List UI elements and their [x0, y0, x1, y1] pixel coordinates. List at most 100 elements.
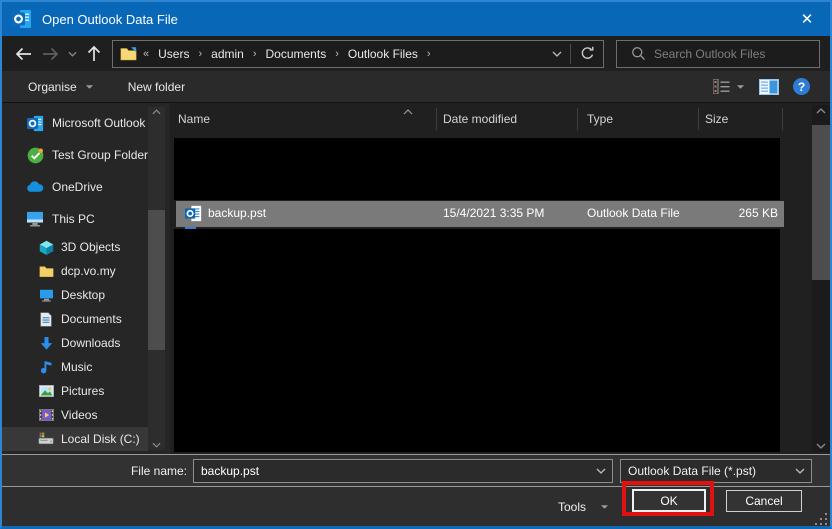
breadcrumb-chevron-icon[interactable]: ›	[427, 48, 431, 60]
chevron-down-icon	[68, 51, 77, 57]
sidebar-item-label: Documents	[61, 312, 122, 326]
sidebar-item-dcp-vo-my[interactable]: dcp.vo.my	[2, 259, 148, 283]
preview-pane-icon[interactable]	[759, 79, 779, 95]
disk-drive-icon	[38, 432, 54, 446]
up-arrow-icon	[87, 45, 101, 62]
sidebar-item-3d-objects[interactable]: 3D Objects	[2, 235, 148, 259]
change-view-button[interactable]	[713, 79, 745, 94]
breadcrumb-users[interactable]: Users	[158, 47, 189, 61]
breadcrumb-overflow[interactable]: «	[143, 48, 149, 60]
new-folder-button[interactable]: New folder	[128, 80, 185, 94]
tools-button[interactable]: Tools	[558, 500, 609, 514]
file-type-value: Outlook Data File (*.pst)	[621, 464, 789, 478]
sidebar-item-pictures[interactable]: Pictures	[2, 379, 148, 403]
sidebar-item-label: This PC	[52, 212, 95, 226]
sidebar-item-local-disk-c[interactable]: Local Disk (C:)	[2, 427, 148, 451]
sidebar-item-label: Videos	[61, 408, 97, 422]
breadcrumb-chevron-icon[interactable]: ›	[253, 48, 257, 60]
sidebar-item-music[interactable]: Music	[2, 355, 148, 379]
sidebar-item-microsoft-outlook[interactable]: Microsoft Outlook	[2, 107, 148, 139]
file-type-cell: Outlook Data File	[587, 206, 680, 220]
up-button[interactable]	[80, 40, 108, 68]
ok-button[interactable]: OK	[632, 489, 706, 512]
column-divider[interactable]	[782, 108, 783, 130]
forward-button[interactable]	[38, 40, 64, 68]
sidebar-item-downloads[interactable]: Downloads	[2, 331, 148, 355]
music-note-icon	[38, 360, 54, 375]
group-folder-icon	[26, 147, 44, 164]
sidebar-scrollbar[interactable]	[148, 107, 165, 450]
back-button[interactable]	[8, 40, 38, 68]
sidebar-item-test-group-folder[interactable]: Test Group Folder	[2, 139, 148, 171]
search-box[interactable]	[616, 40, 820, 68]
command-toolbar: Organise New folder ?	[2, 71, 830, 103]
scrollbar-thumb[interactable]	[812, 125, 830, 280]
open-outlook-data-file-dialog: Open Outlook Data File ✕ « Users › admin	[0, 0, 832, 529]
scroll-down-icon[interactable]	[812, 443, 830, 449]
column-divider[interactable]	[577, 108, 578, 130]
refresh-button[interactable]	[571, 46, 603, 61]
column-divider[interactable]	[698, 108, 699, 130]
sidebar-item-documents[interactable]: Documents	[2, 307, 148, 331]
breadcrumb-documents[interactable]: Documents	[266, 47, 327, 61]
file-row-backup-pst[interactable]: backup.pst 15/4/2021 3:35 PM Outlook Dat…	[176, 201, 784, 227]
address-bar[interactable]: « Users › admin › Documents › Outlook Fi…	[112, 40, 604, 68]
scroll-up-icon[interactable]	[812, 108, 830, 114]
list-column-headers: Name Date modified Type Size	[170, 103, 830, 135]
column-header-date-modified[interactable]: Date modified	[443, 112, 517, 126]
scroll-down-icon[interactable]	[148, 442, 165, 448]
document-icon	[38, 312, 54, 327]
close-icon[interactable]: ✕	[784, 2, 830, 36]
file-list-scrollbar[interactable]	[812, 105, 830, 452]
chevron-down-icon[interactable]	[789, 468, 811, 474]
chevron-down-icon	[85, 84, 94, 90]
sidebar-item-videos[interactable]: Videos	[2, 403, 148, 427]
file-list-body: backup.pst 15/4/2021 3:35 PM Outlook Dat…	[170, 135, 830, 454]
sidebar-item-desktop[interactable]: Desktop	[2, 283, 148, 307]
sidebar-item-label: OneDrive	[52, 180, 103, 194]
sidebar-item-label: 3D Objects	[61, 240, 120, 254]
file-name-combobox[interactable]	[193, 459, 613, 483]
scroll-up-icon[interactable]	[148, 109, 165, 115]
sort-ascending-icon	[403, 104, 413, 118]
column-header-size[interactable]: Size	[705, 112, 728, 126]
chevron-down-icon[interactable]	[590, 468, 612, 474]
column-header-type[interactable]: Type	[587, 112, 613, 126]
column-header-name[interactable]: Name	[178, 112, 210, 126]
dialog-title: Open Outlook Data File	[42, 12, 178, 27]
help-button[interactable]: ?	[793, 78, 810, 95]
sidebar-item-label: Music	[61, 360, 92, 374]
sidebar-item-this-pc[interactable]: This PC	[2, 203, 148, 235]
chevron-down-icon	[552, 51, 562, 57]
breadcrumb-chevron-icon[interactable]: ›	[335, 48, 339, 60]
file-name-input[interactable]	[194, 464, 590, 478]
outlook-data-file-icon	[185, 205, 202, 225]
file-date-cell: 15/4/2021 3:35 PM	[443, 206, 544, 220]
recent-locations-button[interactable]	[64, 40, 80, 68]
file-size-cell: 265 KB	[690, 206, 778, 220]
resize-grip[interactable]	[815, 513, 827, 525]
sidebar-item-label: Microsoft Outlook	[52, 116, 145, 130]
refresh-icon	[580, 46, 595, 61]
breadcrumb-admin[interactable]: admin	[211, 47, 244, 61]
title-bar: Open Outlook Data File ✕	[2, 2, 830, 36]
scrollbar-thumb[interactable]	[148, 210, 165, 350]
organise-button[interactable]: Organise	[28, 80, 94, 94]
breadcrumb-chevron-icon[interactable]: ›	[198, 48, 202, 60]
column-divider[interactable]	[436, 108, 437, 130]
folder-icon	[38, 265, 54, 278]
desktop-icon	[38, 289, 54, 302]
cancel-button[interactable]: Cancel	[726, 490, 802, 512]
film-icon	[38, 409, 54, 421]
outlook-app-icon	[12, 9, 32, 29]
sidebar-item-onedrive[interactable]: OneDrive	[2, 171, 148, 203]
main-area: Microsoft Outlook Test Group Folder OneD…	[2, 103, 830, 454]
breadcrumb: « Users › admin › Documents › Outlook Fi…	[143, 47, 544, 61]
file-name-label: File name:	[2, 464, 187, 478]
file-type-select[interactable]: Outlook Data File (*.pst)	[620, 459, 812, 483]
sidebar-item-label: dcp.vo.my	[61, 264, 116, 278]
breadcrumb-outlook-files[interactable]: Outlook Files	[348, 47, 418, 61]
address-dropdown-button[interactable]	[544, 51, 570, 57]
outlook-icon	[26, 115, 44, 132]
search-input[interactable]	[654, 47, 804, 61]
